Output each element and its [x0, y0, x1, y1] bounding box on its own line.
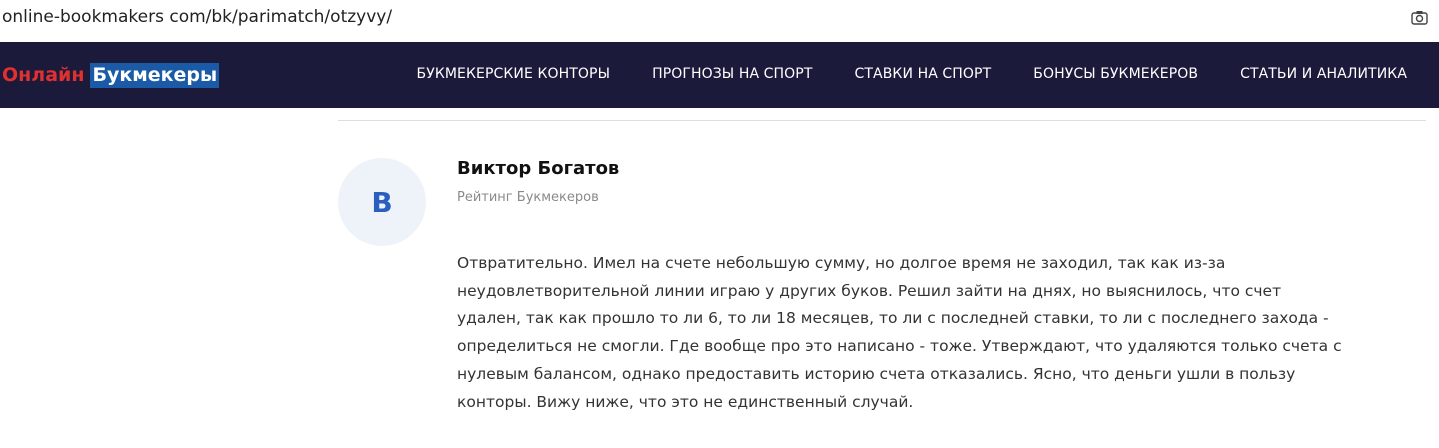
author-avatar: В [338, 158, 426, 246]
address-bar[interactable]: online-bookmakers com/bk/parimatch/otzyv… [0, 0, 1439, 42]
camera-icon[interactable] [1411, 10, 1428, 25]
main-menu: БУКМЕКЕРСКИЕ КОНТОРЫ ПРОГНОЗЫ НА СПОРТ С… [416, 66, 1407, 82]
review-line: Отвратительно. Имел на счете небольшую с… [457, 254, 1226, 272]
logo-part-bookmakers: Букмекеры [90, 62, 220, 88]
review-source: Рейтинг Букмекеров [457, 190, 599, 205]
menu-item-articles[interactable]: СТАТЬИ И АНАЛИТИКА [1240, 66, 1407, 82]
logo-part-online: Онлайн [2, 64, 85, 86]
review-line: нулевым балансом, однако предоставить ис… [457, 364, 1296, 383]
menu-item-forecasts[interactable]: ПРОГНОЗЫ НА СПОРТ [652, 66, 812, 82]
review-line: удален, так как прошло то ли 6, то ли 18… [457, 309, 1329, 328]
review-line: определиться не смогли. Где вообще про э… [457, 337, 1342, 356]
menu-item-bonuses[interactable]: БОНУСЫ БУКМЕКЕРОВ [1033, 66, 1198, 82]
site-logo[interactable]: Онлайн Букмекеры [2, 62, 220, 88]
review-line: конторы. Вижу ниже, что это не единствен… [457, 392, 914, 411]
review-text: Отвратительно. Имел на счете небольшую с… [457, 250, 1417, 416]
url-text[interactable]: online-bookmakers com/bk/parimatch/otzyv… [2, 7, 392, 27]
review-line: неудовлетворительной линии играю у други… [457, 281, 1282, 300]
menu-item-bookmakers[interactable]: БУКМЕКЕРСКИЕ КОНТОРЫ [416, 66, 610, 82]
top-navigation: Онлайн Букмекеры БУКМЕКЕРСКИЕ КОНТОРЫ ПР… [0, 42, 1439, 108]
author-name: Виктор Богатов [457, 158, 620, 179]
content-divider [338, 120, 1426, 121]
menu-item-sport-bets[interactable]: СТАВКИ НА СПОРТ [855, 66, 992, 82]
